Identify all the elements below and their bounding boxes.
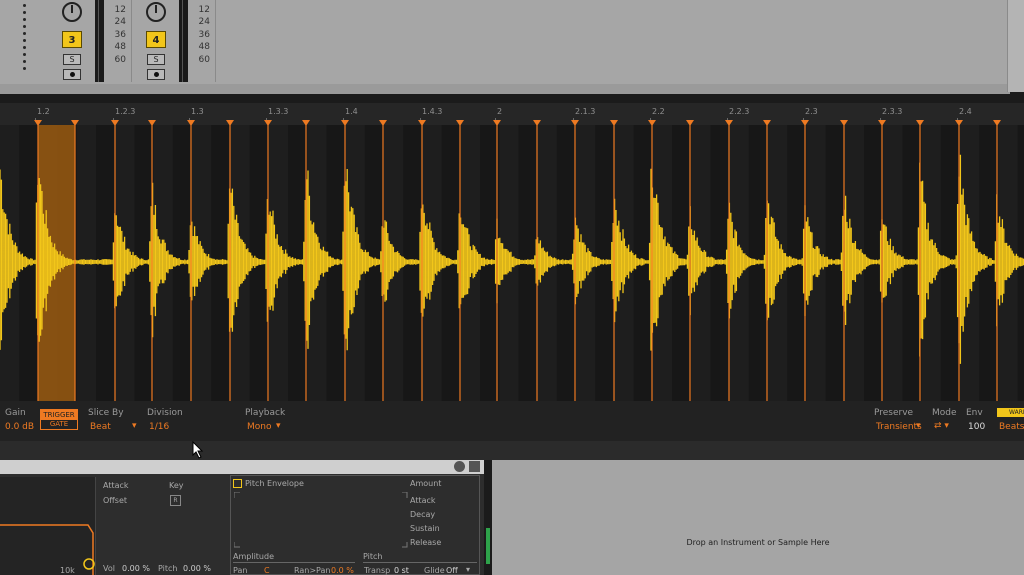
glide-label: Glide: [424, 566, 445, 575]
solo-button[interactable]: S: [147, 54, 165, 65]
ran-pan-value[interactable]: 0.0 %: [331, 566, 354, 575]
mouse-cursor-icon: [192, 441, 204, 459]
mixer-panel: 3 S 12 24 36 48 60 4 S 12 24 36 48 60: [0, 0, 1024, 92]
track-activator[interactable]: 4: [146, 31, 166, 48]
slice-by-label: Slice By: [88, 408, 124, 418]
chevron-down-icon[interactable]: ▾: [466, 565, 470, 574]
hot-swap-icon[interactable]: [454, 461, 465, 472]
loop-mode-icon[interactable]: ⇄ ▾: [934, 421, 949, 431]
division-value[interactable]: 1/16: [149, 422, 169, 432]
env-value[interactable]: 100: [968, 422, 985, 432]
env-sustain-label[interactable]: Sustain: [410, 524, 440, 533]
ruler-marker: 1.4.3: [422, 107, 443, 116]
output-meter: [486, 528, 490, 564]
pan-knob[interactable]: [62, 2, 82, 22]
pitch-section-label: Pitch: [363, 552, 383, 561]
ruler-marker: 2.2: [652, 107, 665, 116]
division-label: Division: [147, 408, 183, 418]
env-attack-label[interactable]: Attack: [410, 496, 436, 505]
playback-label: Playback: [245, 408, 286, 418]
preserve-value[interactable]: Transients: [876, 422, 922, 432]
drop-hint: Drop an Instrument or Sample Here: [686, 538, 830, 547]
key-toggle[interactable]: R: [170, 495, 181, 506]
drop-area[interactable]: [492, 460, 1024, 575]
waveform[interactable]: [0, 120, 1024, 401]
device-title-bar: [0, 460, 484, 474]
playback-value[interactable]: Mono: [247, 422, 271, 432]
ruler-marker: 1.4: [345, 107, 358, 116]
pitch-envelope-checkbox[interactable]: [233, 479, 242, 488]
ruler-marker: 1.2.3: [115, 107, 136, 116]
chevron-down-icon[interactable]: ▾: [132, 421, 137, 431]
pitch-envelope-label: Pitch Envelope: [245, 479, 304, 488]
slice-by-value[interactable]: Beat: [90, 422, 111, 432]
vol-label: Vol: [103, 564, 115, 573]
divider: [363, 562, 477, 563]
vol-value[interactable]: 0.00 %: [122, 564, 150, 573]
transp-value[interactable]: 0 st: [394, 566, 409, 575]
level-meter: [95, 0, 104, 82]
mode-label: Mode: [932, 408, 957, 418]
ruler-marker: 1.2: [37, 107, 50, 116]
divider: [215, 0, 216, 82]
filter-curve: [0, 524, 95, 575]
attack-label: Attack: [103, 481, 129, 490]
chevron-down-icon[interactable]: ▾: [916, 421, 921, 431]
offset-label: Offset: [103, 496, 128, 505]
track-activator[interactable]: 3: [62, 31, 82, 48]
ruler-marker: 1.3.3: [268, 107, 289, 116]
env-release-label[interactable]: Release: [410, 538, 441, 547]
arm-button[interactable]: [63, 69, 81, 80]
sample-params-bar: [0, 401, 1024, 441]
trigger-gate-toggle[interactable]: TRIGGER GATE: [40, 409, 78, 430]
pitch-label: Pitch: [158, 564, 178, 573]
ruler-marker: 2.4: [959, 107, 972, 116]
preserve-label: Preserve: [874, 408, 914, 418]
glide-value[interactable]: Off: [446, 566, 458, 575]
env-label: Env: [966, 408, 983, 418]
arm-button[interactable]: [147, 69, 165, 80]
chevron-down-icon[interactable]: ▾: [276, 421, 281, 431]
pan-label: Pan: [233, 566, 248, 575]
level-meter: [179, 0, 188, 82]
amplitude-label: Amplitude: [233, 552, 274, 561]
divider: [233, 562, 355, 563]
pitch-value[interactable]: 0.00 %: [183, 564, 211, 573]
solo-button[interactable]: S: [63, 54, 81, 65]
key-label: Key: [169, 481, 184, 490]
filter-freq-label: 10k: [60, 566, 75, 575]
ruler-marker: 2.2.3: [729, 107, 750, 116]
divider: [0, 84, 1010, 94]
ruler-marker: 1.3: [191, 107, 204, 116]
trigger-button[interactable]: TRIGGER: [41, 410, 77, 420]
drag-handle[interactable]: [23, 4, 26, 74]
filter-graph[interactable]: [0, 477, 96, 575]
warp-button[interactable]: WARP: [997, 408, 1024, 417]
pan-value[interactable]: C: [264, 566, 270, 575]
gate-button[interactable]: GATE: [41, 420, 77, 429]
save-preset-icon[interactable]: [469, 461, 480, 472]
gain-label: Gain: [5, 408, 26, 418]
divider: [0, 441, 1024, 460]
gain-value[interactable]: 0.0 dB: [5, 422, 34, 432]
envelope-graph[interactable]: [234, 492, 408, 548]
scrollbar[interactable]: [1007, 0, 1024, 92]
ruler-marker: 2.1.3: [575, 107, 596, 116]
warp-mode-value[interactable]: Beats: [999, 422, 1024, 432]
ruler-marker: 2.3: [805, 107, 818, 116]
ruler-marker: 2.3.3: [882, 107, 903, 116]
transp-label: Transp: [364, 566, 391, 575]
env-decay-label[interactable]: Decay: [410, 510, 435, 519]
ruler-marker: 2: [497, 107, 503, 116]
pan-knob[interactable]: [146, 2, 166, 22]
meter-scale: 12 24 36 48 60: [198, 5, 210, 65]
amount-label: Amount: [410, 479, 442, 488]
ran-pan-label: Ran>Pan: [294, 566, 331, 575]
meter-scale: 12 24 36 48 60: [114, 5, 126, 65]
divider: [131, 0, 132, 82]
